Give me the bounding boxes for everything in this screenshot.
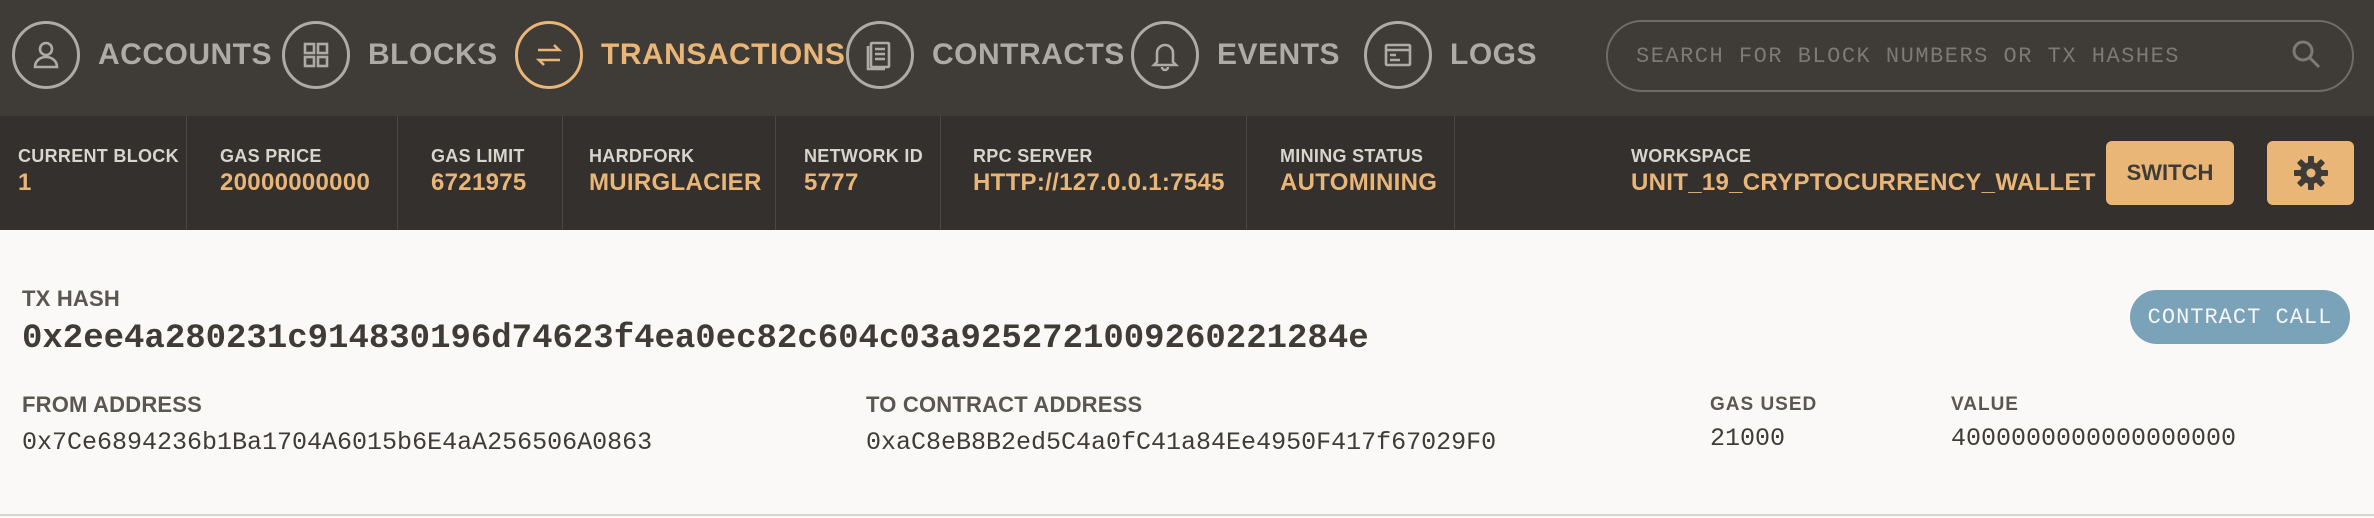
nav-label: ACCOUNTS <box>98 38 272 71</box>
search-input[interactable] <box>1634 42 2288 70</box>
status-bar: CURRENT BLOCK 1 GAS PRICE 20000000000 GA… <box>0 116 2374 230</box>
stat-label: HARDFORK <box>589 146 695 166</box>
top-nav: ACCOUNTS BLOCKS TRANSACTIONS CONTRACTS E… <box>0 0 2374 116</box>
stat-value: 1 <box>18 169 32 196</box>
gas-limit-stat: GAS LIMIT 6721975 <box>398 116 563 230</box>
nav-label: BLOCKS <box>368 38 498 71</box>
current-block-stat: CURRENT BLOCK 1 <box>0 116 187 230</box>
gas-used-label: GAS USED <box>1710 394 1818 415</box>
stat-value: UNIT_19_CRYPTOCURRENCY_WALLET <box>1631 169 2096 196</box>
nav-label: CONTRACTS <box>932 38 1125 71</box>
stat-label: WORKSPACE <box>1631 146 1752 166</box>
stat-value: HTTP://127.0.0.1:7545 <box>973 169 1225 196</box>
to-contract-address-label: TO CONTRACT ADDRESS <box>866 392 1143 417</box>
value-label: VALUE <box>1951 394 2019 415</box>
search-icon[interactable] <box>2288 36 2328 76</box>
search-box <box>1606 20 2354 92</box>
stat-label: GAS LIMIT <box>431 146 525 166</box>
gear-icon <box>2293 156 2328 190</box>
rpc-server-stat: RPC SERVER HTTP://127.0.0.1:7545 <box>941 116 1247 230</box>
stat-value: 6721975 <box>431 169 527 196</box>
stat-value: 20000000000 <box>220 169 371 196</box>
stat-label: GAS PRICE <box>220 146 322 166</box>
network-id-stat: NETWORK ID 5777 <box>776 116 941 230</box>
mining-status-stat: MINING STATUS AUTOMINING <box>1247 116 1455 230</box>
stat-value: MUIRGLACIER <box>589 169 762 196</box>
nav-transactions[interactable]: TRANSACTIONS <box>515 19 845 91</box>
nav-label: TRANSACTIONS <box>601 38 846 71</box>
settings-button[interactable] <box>2267 141 2354 205</box>
hardfork-stat: HARDFORK MUIRGLACIER <box>563 116 776 230</box>
from-address-label: FROM ADDRESS <box>22 392 203 417</box>
tx-hash-value: 0x2ee4a280231c914830196d74623f4ea0ec82c6… <box>22 320 1369 358</box>
stat-label: RPC SERVER <box>973 146 1093 166</box>
stat-value: AUTOMINING <box>1280 169 1438 196</box>
nav-accounts[interactable]: ACCOUNTS <box>12 19 272 91</box>
gas-price-stat: GAS PRICE 20000000000 <box>187 116 398 230</box>
bell-icon <box>1131 21 1199 89</box>
nav-label: LOGS <box>1450 38 1538 71</box>
stat-label: NETWORK ID <box>804 146 923 166</box>
nav-label: EVENTS <box>1217 38 1341 71</box>
swap-arrows-icon <box>515 21 583 89</box>
nav-blocks[interactable]: BLOCKS <box>282 19 498 91</box>
grid-icon <box>282 21 350 89</box>
stat-label: CURRENT BLOCK <box>18 146 179 166</box>
transaction-detail: TX HASH 0x2ee4a280231c914830196d74623f4e… <box>0 230 2374 516</box>
nav-contracts[interactable]: CONTRACTS <box>846 19 1125 91</box>
document-icon <box>846 21 914 89</box>
switch-workspace-button[interactable]: SWITCH <box>2106 141 2234 205</box>
stat-value: 5777 <box>804 169 859 196</box>
value-value: 4000000000000000000 <box>1951 424 2237 453</box>
terminal-icon <box>1364 21 1432 89</box>
nav-logs[interactable]: LOGS <box>1364 19 1537 91</box>
account-icon <box>12 21 80 89</box>
to-contract-address-value: 0xaC8eB8B2ed5C4a0fC41a84Ee4950F417f67029… <box>866 428 1497 457</box>
stat-label: MINING STATUS <box>1280 146 1424 166</box>
nav-events[interactable]: EVENTS <box>1131 19 1340 91</box>
tx-hash-label: TX HASH <box>22 286 120 311</box>
workspace-stat: WORKSPACE UNIT_19_CRYPTOCURRENCY_WALLET <box>1455 116 2096 230</box>
from-address-value: 0x7Ce6894236b1Ba1704A6015b6E4aA256506A08… <box>22 428 653 457</box>
gas-used-value: 21000 <box>1710 424 1786 453</box>
tx-type-badge: CONTRACT CALL <box>2130 290 2350 344</box>
